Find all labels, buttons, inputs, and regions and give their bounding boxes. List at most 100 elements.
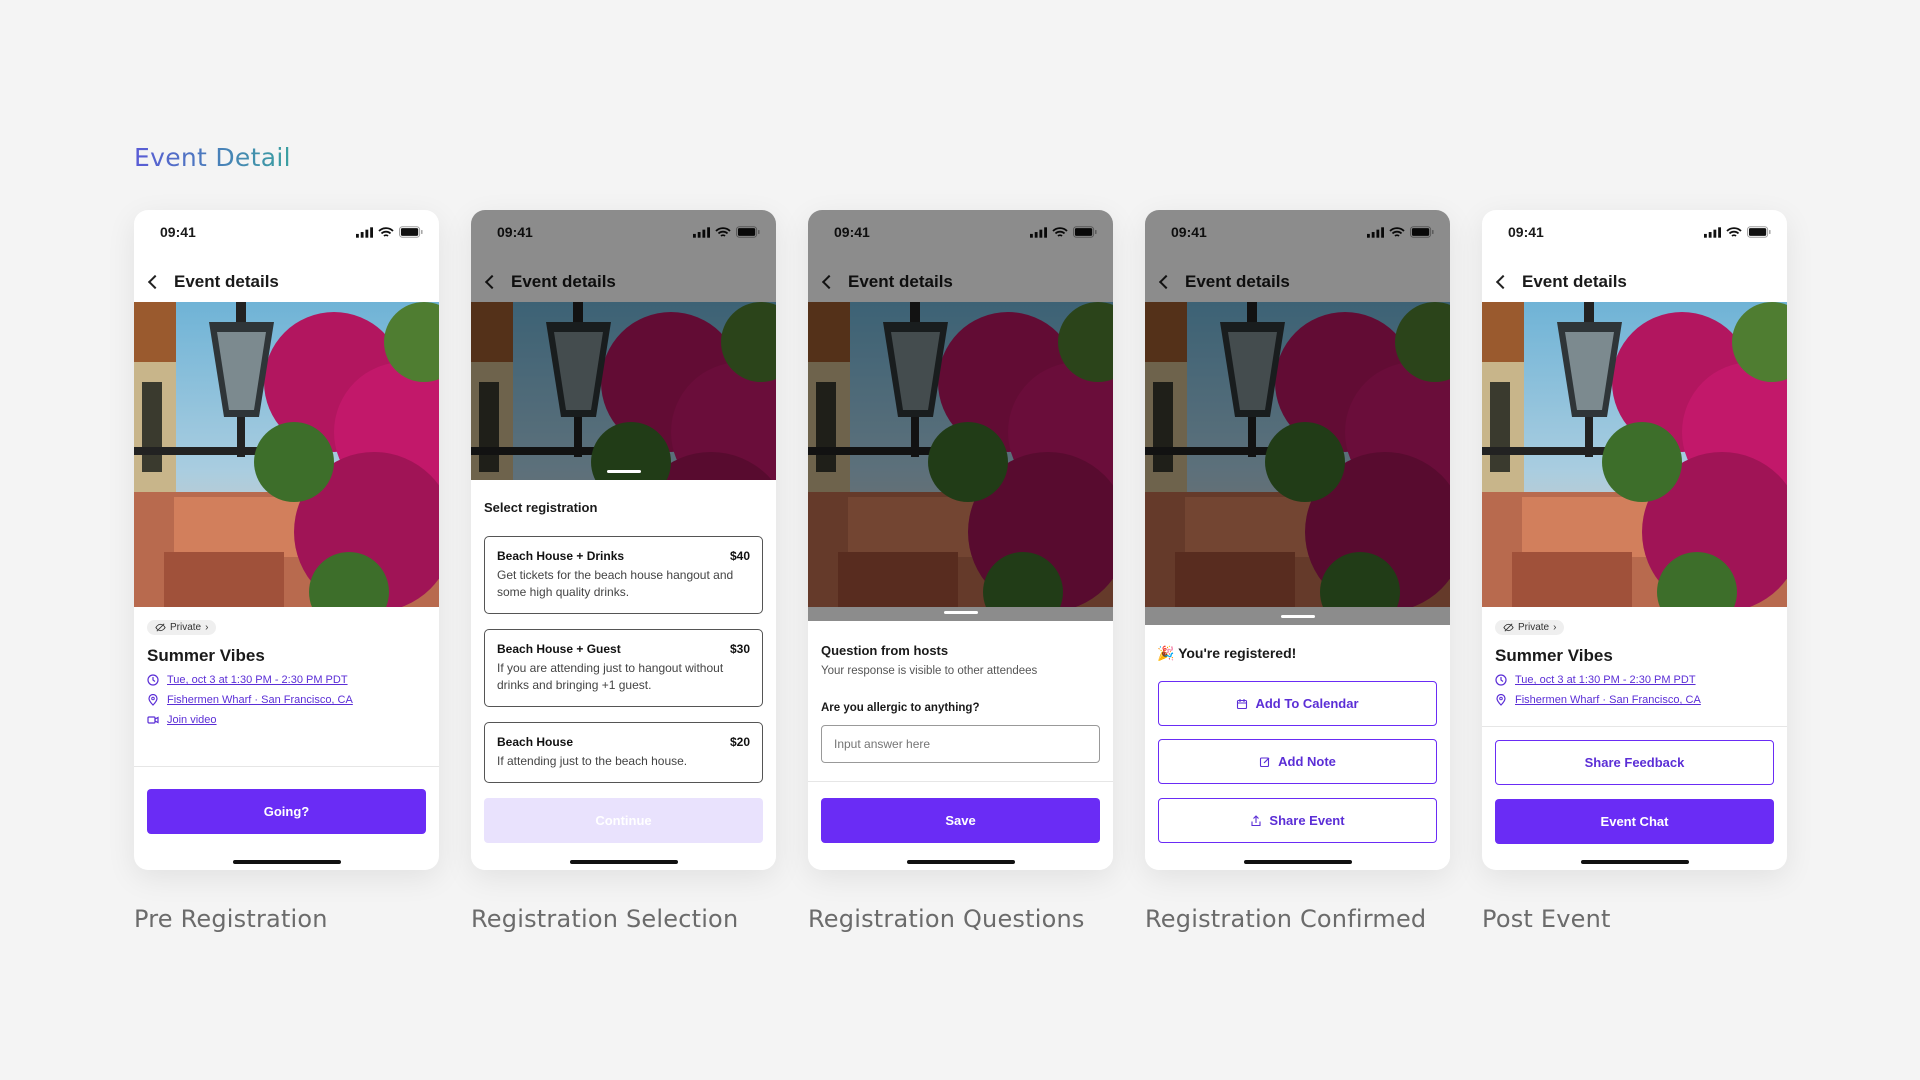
phone-registration-confirmed: 09:41 Event details 🎉 You're registered!…	[1145, 210, 1450, 870]
status-time: 09:41	[1508, 224, 1544, 240]
home-indicator	[232, 860, 341, 864]
back-arrow-icon[interactable]	[147, 274, 163, 290]
option-name: Beach House	[497, 735, 574, 749]
cover-photo	[134, 302, 439, 607]
status-time: 09:41	[160, 224, 196, 240]
event-title: Summer Vibes	[1495, 646, 1613, 665]
caption-pre-registration: Pre Registration	[134, 905, 328, 933]
video-camera-icon	[147, 714, 159, 726]
answer-input[interactable]	[821, 725, 1100, 763]
modal-backdrop[interactable]	[471, 210, 776, 480]
caption-registration-selection: Registration Selection	[471, 905, 739, 933]
share-feedback-button[interactable]: Share Feedback	[1495, 740, 1774, 785]
signal-icon	[356, 227, 373, 238]
event-datetime-link[interactable]: Tue, oct 3 at 1:30 PM - 2:30 PM PDT	[1515, 674, 1696, 686]
continue-button[interactable]: Continue	[484, 798, 763, 843]
privacy-label: Private	[170, 622, 202, 633]
event-datetime-row: Tue, oct 3 at 1:30 PM - 2:30 PM PDT	[1495, 674, 1774, 686]
option-price: $20	[729, 735, 750, 749]
calendar-icon	[1236, 698, 1248, 710]
privacy-chip[interactable]: Private ›	[1495, 620, 1565, 635]
modal-backdrop[interactable]	[808, 210, 1113, 621]
privacy-label: Private	[1518, 622, 1550, 633]
event-info: Private › Summer Vibes Tue, oct 3 at 1:3…	[147, 620, 426, 726]
event-video-row: Join video	[147, 714, 426, 726]
home-indicator	[1243, 860, 1352, 864]
phone-pre-registration: 09:41 Event details Private › Summer Vib…	[134, 210, 439, 870]
registration-option[interactable]: Beach House + Guest $30 If you are attend…	[484, 629, 763, 707]
home-indicator	[906, 860, 1015, 864]
sheet-handle[interactable]	[606, 470, 641, 473]
share-icon	[1250, 815, 1262, 827]
divider	[1482, 726, 1787, 727]
join-video-link[interactable]: Join video	[167, 714, 217, 726]
add-note-button[interactable]: Add Note	[1158, 739, 1437, 784]
button-label: Add To Calendar	[1255, 696, 1359, 711]
event-chat-button[interactable]: Event Chat	[1495, 799, 1774, 844]
signal-icon	[1704, 227, 1721, 238]
registration-option[interactable]: Beach House + Drinks $40 Get tickets for …	[484, 536, 763, 614]
option-description: If attending just to the beach house.	[497, 754, 688, 768]
battery-icon	[1747, 226, 1771, 238]
caption-registration-confirmed: Registration Confirmed	[1145, 905, 1427, 933]
option-description: Get tickets for the beach house hangout …	[497, 568, 734, 599]
event-location-link[interactable]: Fishermen Wharf · San Francisco, CA	[167, 694, 353, 706]
questions-sheet: Question from hosts Your response is vis…	[808, 621, 1113, 870]
back-arrow-icon[interactable]	[1495, 274, 1511, 290]
status-bar: 09:41	[1482, 210, 1787, 254]
caption-registration-questions: Registration Questions	[808, 905, 1085, 933]
event-location-row: Fishermen Wharf · San Francisco, CA	[147, 694, 426, 706]
questions-heading: Question from hosts	[821, 643, 949, 658]
clock-icon	[147, 674, 159, 686]
event-cover-image	[1482, 302, 1787, 607]
button-label: Share Event	[1269, 813, 1345, 828]
option-name: Beach House + Guest	[497, 642, 621, 656]
modal-backdrop[interactable]	[1145, 210, 1450, 625]
event-location-row: Fishermen Wharf · San Francisco, CA	[1495, 694, 1774, 706]
option-price: $40	[729, 549, 750, 563]
wifi-icon	[378, 227, 394, 238]
event-info: Private › Summer Vibes Tue, oct 3 at 1:3…	[1495, 620, 1774, 732]
home-indicator	[569, 860, 678, 864]
question-label: Are you allergic to anything?	[821, 702, 980, 714]
registration-sheet: Select registration Beach House + Drinks…	[471, 480, 776, 870]
option-name: Beach House + Drinks	[497, 549, 625, 563]
location-pin-icon	[147, 694, 159, 706]
divider	[808, 781, 1113, 782]
chevron-right-icon: ›	[205, 622, 209, 633]
event-title: Summer Vibes	[147, 646, 265, 665]
sheet-handle[interactable]	[1280, 615, 1315, 618]
divider	[134, 766, 439, 767]
privacy-chip[interactable]: Private ›	[147, 620, 217, 635]
location-pin-icon	[1495, 694, 1507, 706]
nav-title: Event details	[174, 272, 279, 291]
registration-option[interactable]: Beach House $20 If attending just to the …	[484, 722, 763, 783]
event-datetime-row: Tue, oct 3 at 1:30 PM - 2:30 PM PDT	[147, 674, 426, 686]
going-button[interactable]: Going?	[147, 789, 426, 834]
event-datetime-link[interactable]: Tue, oct 3 at 1:30 PM - 2:30 PM PDT	[167, 674, 348, 686]
confirmed-sheet: 🎉 You're registered! Add To Calendar Add…	[1145, 625, 1450, 870]
status-bar: 09:41	[134, 210, 439, 254]
phone-post-event: 09:41 Event details Private › Summer Vib…	[1482, 210, 1787, 870]
nav-title: Event details	[1522, 272, 1627, 291]
chevron-right-icon: ›	[1553, 622, 1557, 633]
sheet-handle[interactable]	[943, 611, 978, 614]
clock-icon	[1495, 674, 1507, 686]
button-label: Add Note	[1278, 754, 1336, 769]
note-icon	[1259, 756, 1271, 768]
battery-icon	[399, 226, 423, 238]
phone-registration-selection: 09:41 Event details Select registration …	[471, 210, 776, 870]
share-event-button[interactable]: Share Event	[1158, 798, 1437, 843]
phone-registration-questions: 09:41 Event details Question from hosts …	[808, 210, 1113, 870]
wifi-icon	[1726, 227, 1742, 238]
save-button[interactable]: Save	[821, 798, 1100, 843]
eye-off-icon	[1503, 622, 1514, 633]
questions-subtext: Your response is visible to other attend…	[821, 665, 1038, 677]
add-to-calendar-button[interactable]: Add To Calendar	[1158, 681, 1437, 726]
event-location-link[interactable]: Fishermen Wharf · San Francisco, CA	[1515, 694, 1701, 706]
sheet-heading: Select registration	[484, 500, 598, 515]
cover-photo	[1482, 302, 1787, 607]
caption-post-event: Post Event	[1482, 905, 1611, 933]
option-price: $30	[729, 642, 750, 656]
option-description: If you are attending just to hangout wit…	[497, 661, 724, 692]
